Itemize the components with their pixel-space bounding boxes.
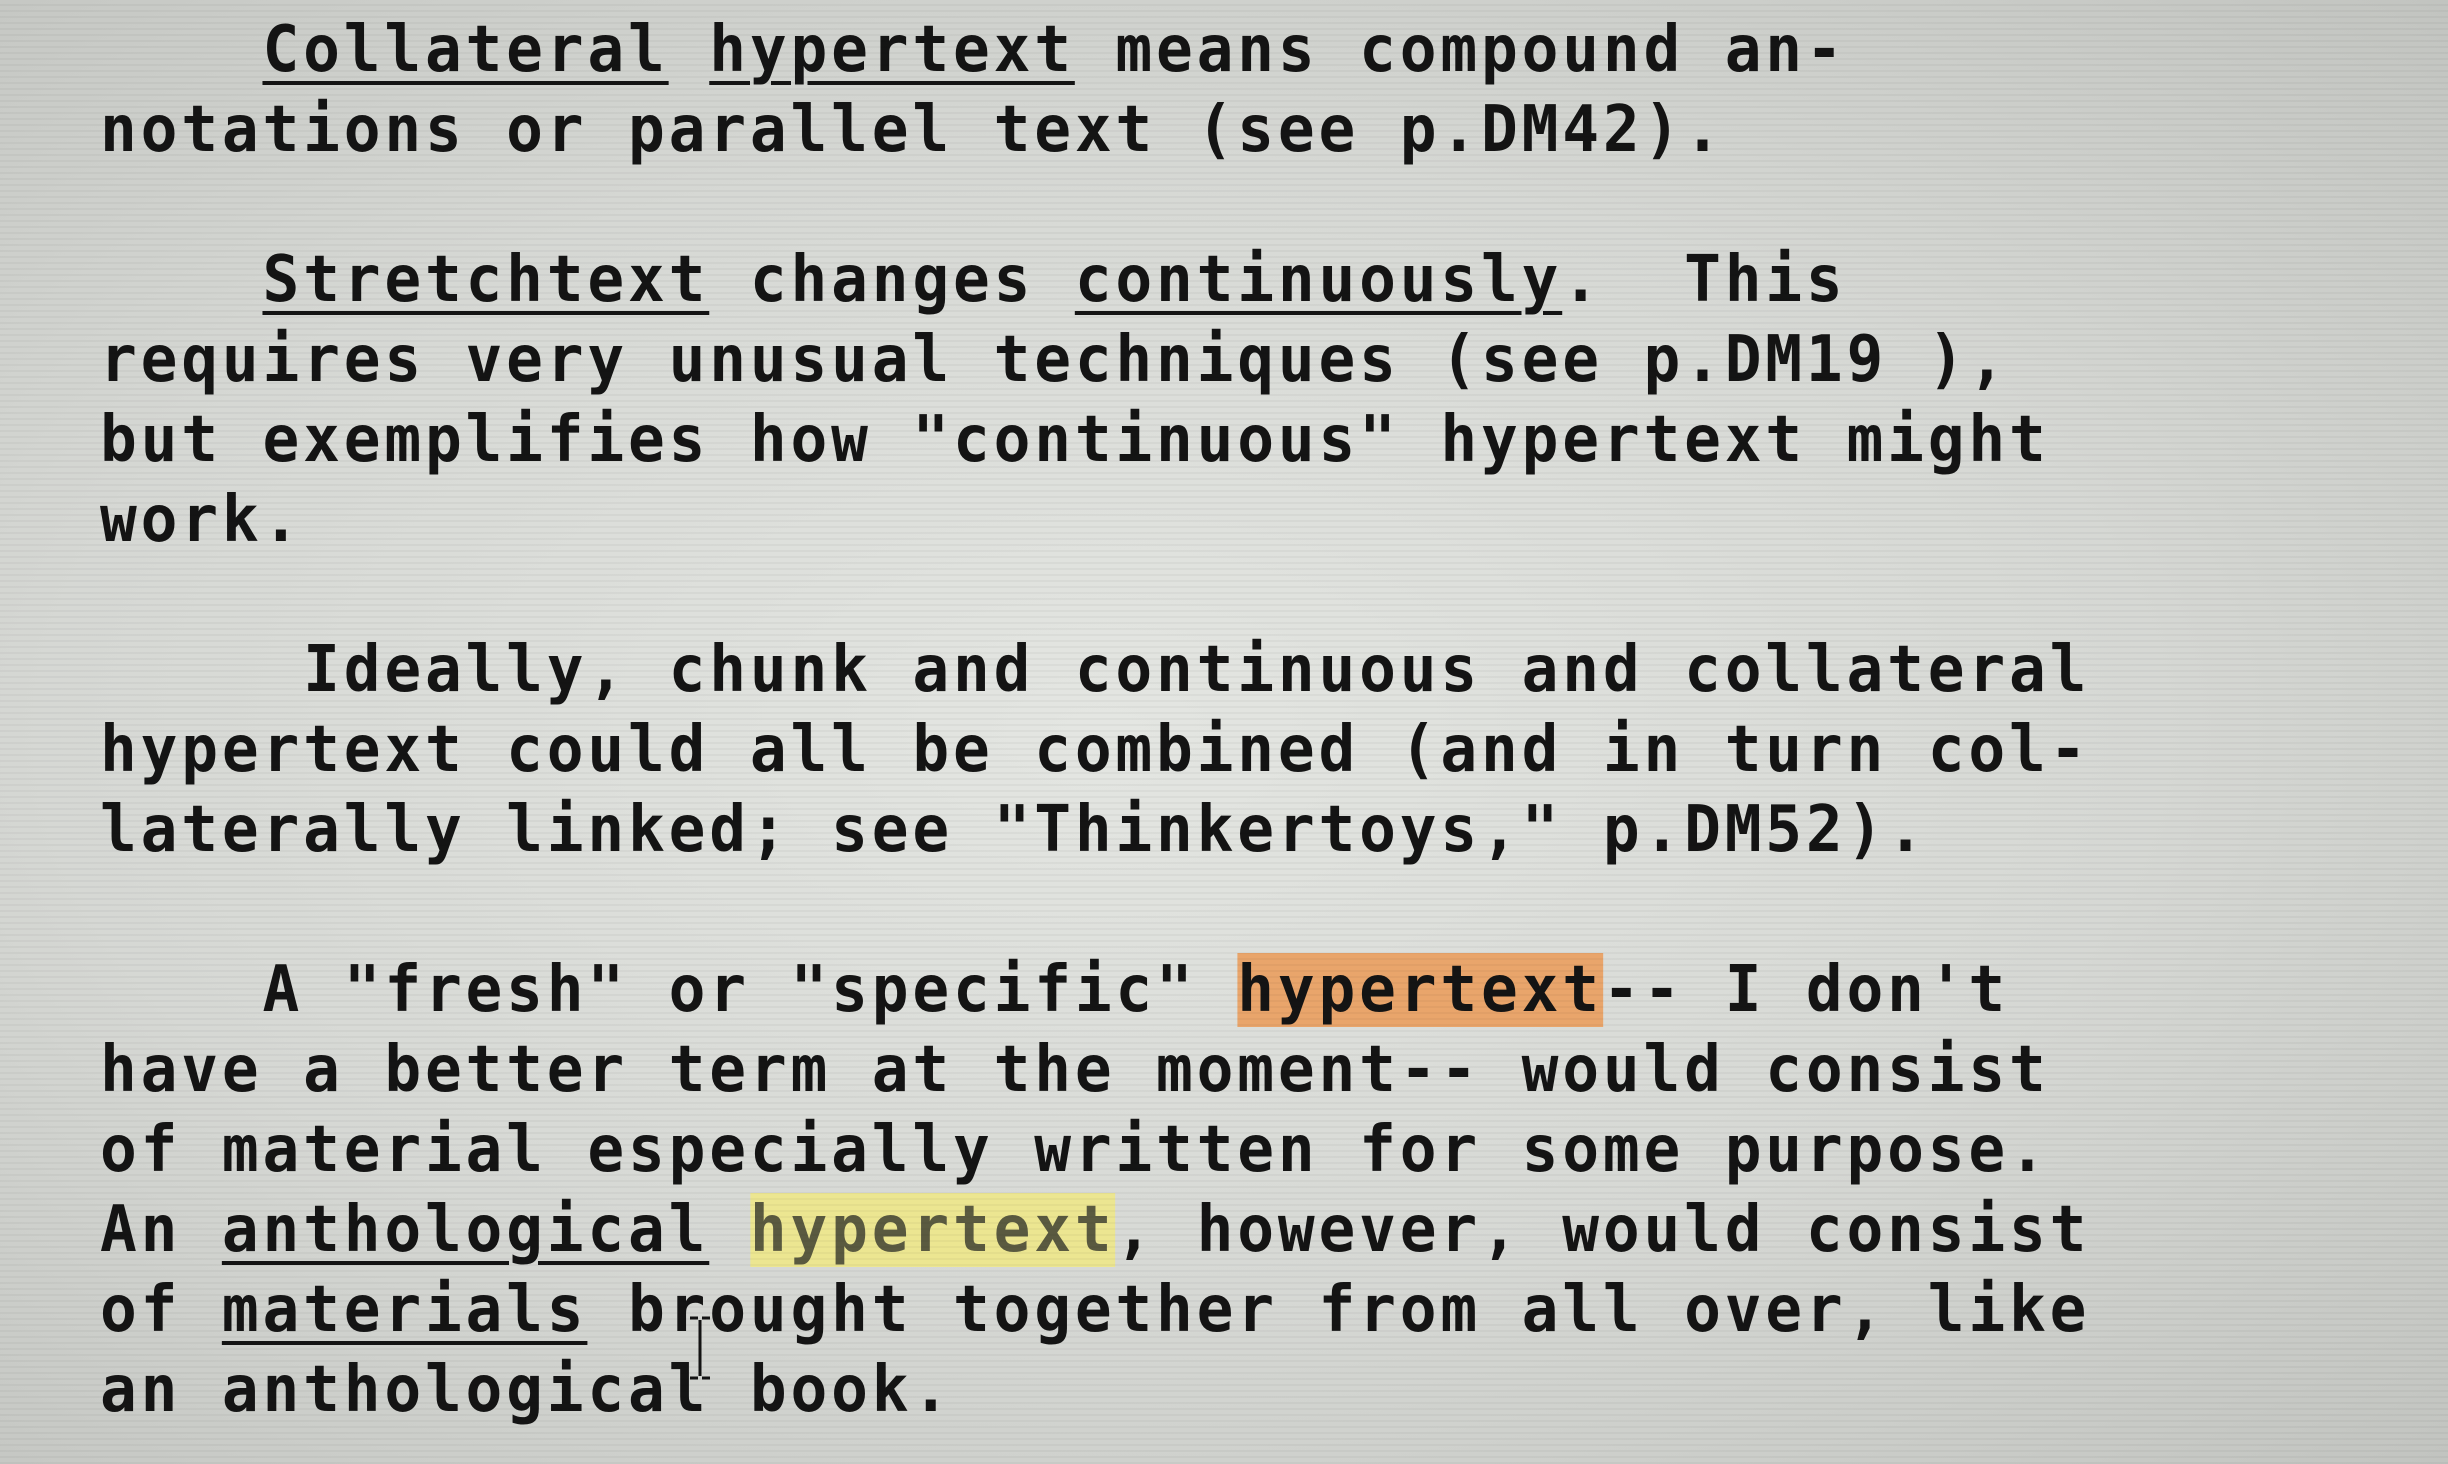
paragraph-fresh-specific: A "fresh" or "specific" hypertext-- I do… xyxy=(100,950,2400,1430)
text-line: hypertext could all be combined (and in … xyxy=(100,713,2091,787)
text-line: notations or parallel text (see p.DM42). xyxy=(100,93,1725,167)
underlined-term-continuously: continuously xyxy=(1074,243,1563,317)
underlined-term-stretchtext: Stretchtext xyxy=(262,243,710,317)
highlighted-selection-hypertext[interactable]: hypertext xyxy=(1237,953,1603,1027)
text-line: Ideally, chunk and continuous and collat… xyxy=(100,633,2091,707)
text-line: work. xyxy=(100,483,304,557)
highlighted-link-hypertext[interactable]: hypertext xyxy=(749,1193,1116,1267)
paragraph-ideally: Ideally, chunk and continuous and collat… xyxy=(100,630,2400,870)
text-cursor-icon xyxy=(690,1316,710,1380)
text-line: have a better term at the moment-- would… xyxy=(100,1033,2050,1107)
text-line: but exemplifies how "continuous" hyperte… xyxy=(100,403,2050,477)
text-line: A "fresh" or "specific" hypertext-- I do… xyxy=(100,953,2010,1027)
text-line: laterally linked; see "Thinkertoys," p.D… xyxy=(100,793,1928,867)
text-line: Stretchtext changes continuously. This xyxy=(262,243,1847,317)
paragraph-stretchtext: Stretchtext changes continuously. This r… xyxy=(100,240,2400,560)
text-line: requires very unusual techniques (see p.… xyxy=(100,323,2010,397)
underlined-term-anthological: anthological xyxy=(221,1193,710,1267)
text-line: Collateral hypertext means compound an- xyxy=(262,13,1847,87)
text-line: of material especially written for some … xyxy=(100,1113,2050,1187)
text-line: An anthological hypertext, however, woul… xyxy=(100,1193,2091,1267)
paragraph-collateral-hypertext: Collateral hypertext means compound an- … xyxy=(100,10,2400,170)
underlined-term-collateral: Collateral xyxy=(262,13,669,87)
underlined-term-materials: materials xyxy=(221,1273,588,1347)
text-document-view: Collateral hypertext means compound an- … xyxy=(0,0,2448,1464)
text-line: an anthological book. xyxy=(100,1353,953,1427)
underlined-term-hypertext: hypertext xyxy=(709,13,1075,87)
text-line: of materials brought together from all o… xyxy=(100,1273,2091,1347)
